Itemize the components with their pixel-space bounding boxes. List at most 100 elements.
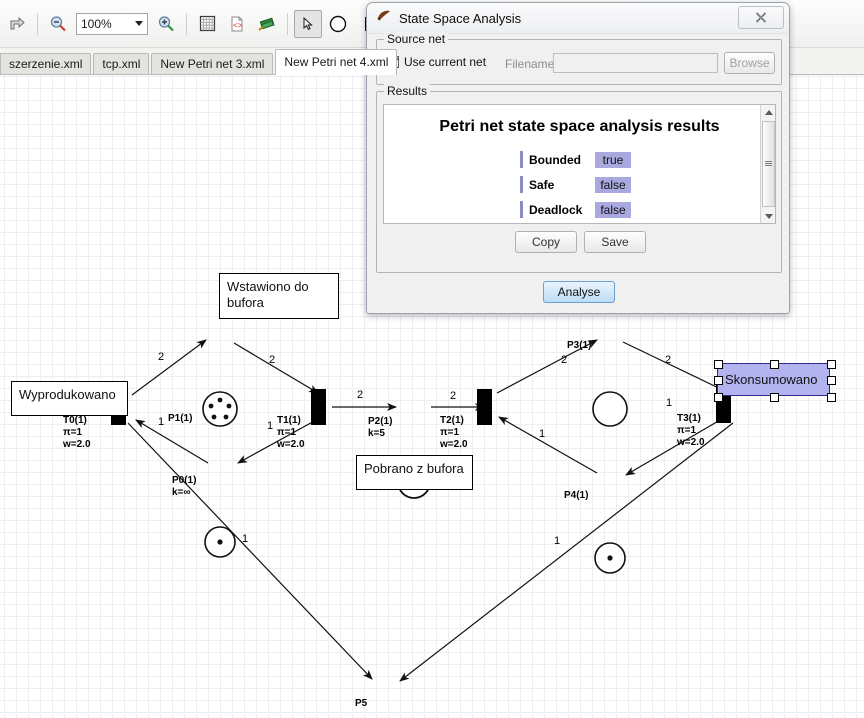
zoom-value: 100% [81,16,112,31]
select-tool-icon[interactable] [294,9,322,38]
place-label-P4: P4(1) [564,490,589,501]
transition-weight-T3: w=2.0 [677,437,705,448]
use-current-net-label: Use current net [404,55,487,69]
place-capacity-P0: k=∞ [172,487,191,498]
results-heading: Petri net state space analysis results [439,118,720,135]
filename-label: Filename: [505,57,558,71]
result-key: Bounded [529,152,581,167]
tab-tcp[interactable]: tcp.xml [93,53,150,75]
transition-label-T2: T2(1) [440,415,464,426]
place-label-P2: P2(1) [368,416,393,427]
resize-handle-ne[interactable] [827,360,836,369]
place-tool-icon[interactable] [324,10,352,38]
resize-handle-se[interactable] [827,393,836,402]
place-P4 [594,542,626,574]
resize-handle-s[interactable] [770,393,779,402]
arc-weight: 1 [267,420,274,432]
annotation-wstawiono[interactable]: Wstawiono do bufora [219,273,339,319]
dialog-title: State Space Analysis [399,10,522,26]
tab-label: tcp.xml [102,57,141,71]
results-legend: Results [384,84,431,98]
result-value: false [595,176,631,193]
transition-label-T0: T0(1) [63,415,87,426]
tab-szerzenie[interactable]: szerzenie.xml [0,53,92,75]
grid-icon[interactable] [193,10,221,38]
browse-button[interactable]: Browse [724,52,775,74]
annotation-pobrano[interactable]: Pobrano z bufora [356,455,473,490]
place-P0 [204,526,236,558]
copy-button[interactable]: Copy [515,231,577,253]
arc-p1-t1 [233,342,319,394]
place-label-P1: P1(1) [168,413,193,424]
zoom-combo[interactable]: 100% [76,12,148,35]
zoom-in-icon[interactable] [152,10,180,38]
transition-priority-T3: π=1 [677,425,697,436]
arc-weight: 1 [242,533,249,545]
result-key: Safe [529,177,555,192]
resize-handle-sw[interactable] [714,393,723,402]
row-marker [520,176,523,193]
results-scrollbar[interactable] [760,105,775,223]
module-icon[interactable] [253,10,281,38]
transition-weight-T2: w=2.0 [440,439,468,450]
redo-icon[interactable] [3,10,31,38]
arc-weight: 2 [269,354,276,366]
filename-field[interactable] [553,53,718,73]
arc-p3-t3 [622,341,728,393]
transition-priority-T0: π=1 [63,427,83,438]
place-label-P3: P3(1) [567,340,592,351]
place-label-P0: P0(1) [172,475,197,486]
transition-label-T1: T1(1) [277,415,301,426]
transition-priority-T1: π=1 [277,427,297,438]
annotation-text: Wstawiono do bufora [227,279,309,310]
zoom-out-icon[interactable] [44,10,72,38]
transition-priority-T2: π=1 [440,427,460,438]
resize-handle-nw[interactable] [714,360,723,369]
arc-weight: 1 [539,428,546,440]
svg-text:<>: <> [233,21,243,30]
thumb-grip-icon [765,161,772,167]
scroll-down-icon[interactable] [761,209,775,223]
close-icon[interactable] [738,6,784,29]
arc-t0-p5 [127,422,373,680]
place-P1 [202,391,238,427]
scroll-up-icon[interactable] [761,105,775,119]
tab-new-petri-net-3[interactable]: New Petri net 3.xml [151,53,274,75]
tab-label: New Petri net 4.xml [284,55,389,69]
result-value: true [595,151,631,168]
annotation-wyprodukowano[interactable]: Wyprodukowano [11,381,128,416]
tab-label: New Petri net 3.xml [160,57,265,71]
app-window: 100% <> szerzenie.xml tcp.xml New Petri … [0,0,864,718]
arc-p0-t0 [135,419,209,464]
resize-handle-w[interactable] [714,376,723,385]
xml-icon[interactable]: <> [223,10,251,38]
transition-weight-T1: w=2.0 [277,439,305,450]
result-row: Deadlock false [520,197,775,222]
source-net-legend: Source net [384,32,449,46]
app-logo-icon [377,9,392,28]
use-current-net-checkbox[interactable]: Use current net [387,55,486,69]
annotation-text: Wyprodukowano [19,387,116,402]
arc-weight: 2 [665,354,672,366]
resize-handle-n[interactable] [770,360,779,369]
scrollbar-thumb[interactable] [762,121,775,207]
arc-weight: 2 [158,351,165,363]
dialog-title-bar[interactable]: State Space Analysis [367,3,789,34]
state-space-analysis-dialog: State Space Analysis Source net Use curr… [366,2,790,314]
place-label-P5: P5 [355,698,368,709]
resize-handle-e[interactable] [827,376,836,385]
results-group: Results Petri net state space analysis r… [376,84,782,273]
place-P3 [592,391,628,427]
results-pane[interactable]: Petri net state space analysis results B… [383,104,776,224]
tab-new-petri-net-4[interactable]: New Petri net 4.xml [275,49,398,75]
arc-weight: 2 [450,390,457,402]
tab-label: szerzenie.xml [9,57,83,71]
save-button[interactable]: Save [584,231,646,253]
source-net-group: Source net Use current net Filename: Bro… [376,32,782,85]
arc-weight: 1 [158,416,165,428]
analyse-button[interactable]: Analyse [543,281,615,303]
row-marker [520,151,523,168]
toolbar-separator [287,12,288,35]
row-marker [520,201,523,218]
annotation-text: Skonsumowano [725,372,818,387]
